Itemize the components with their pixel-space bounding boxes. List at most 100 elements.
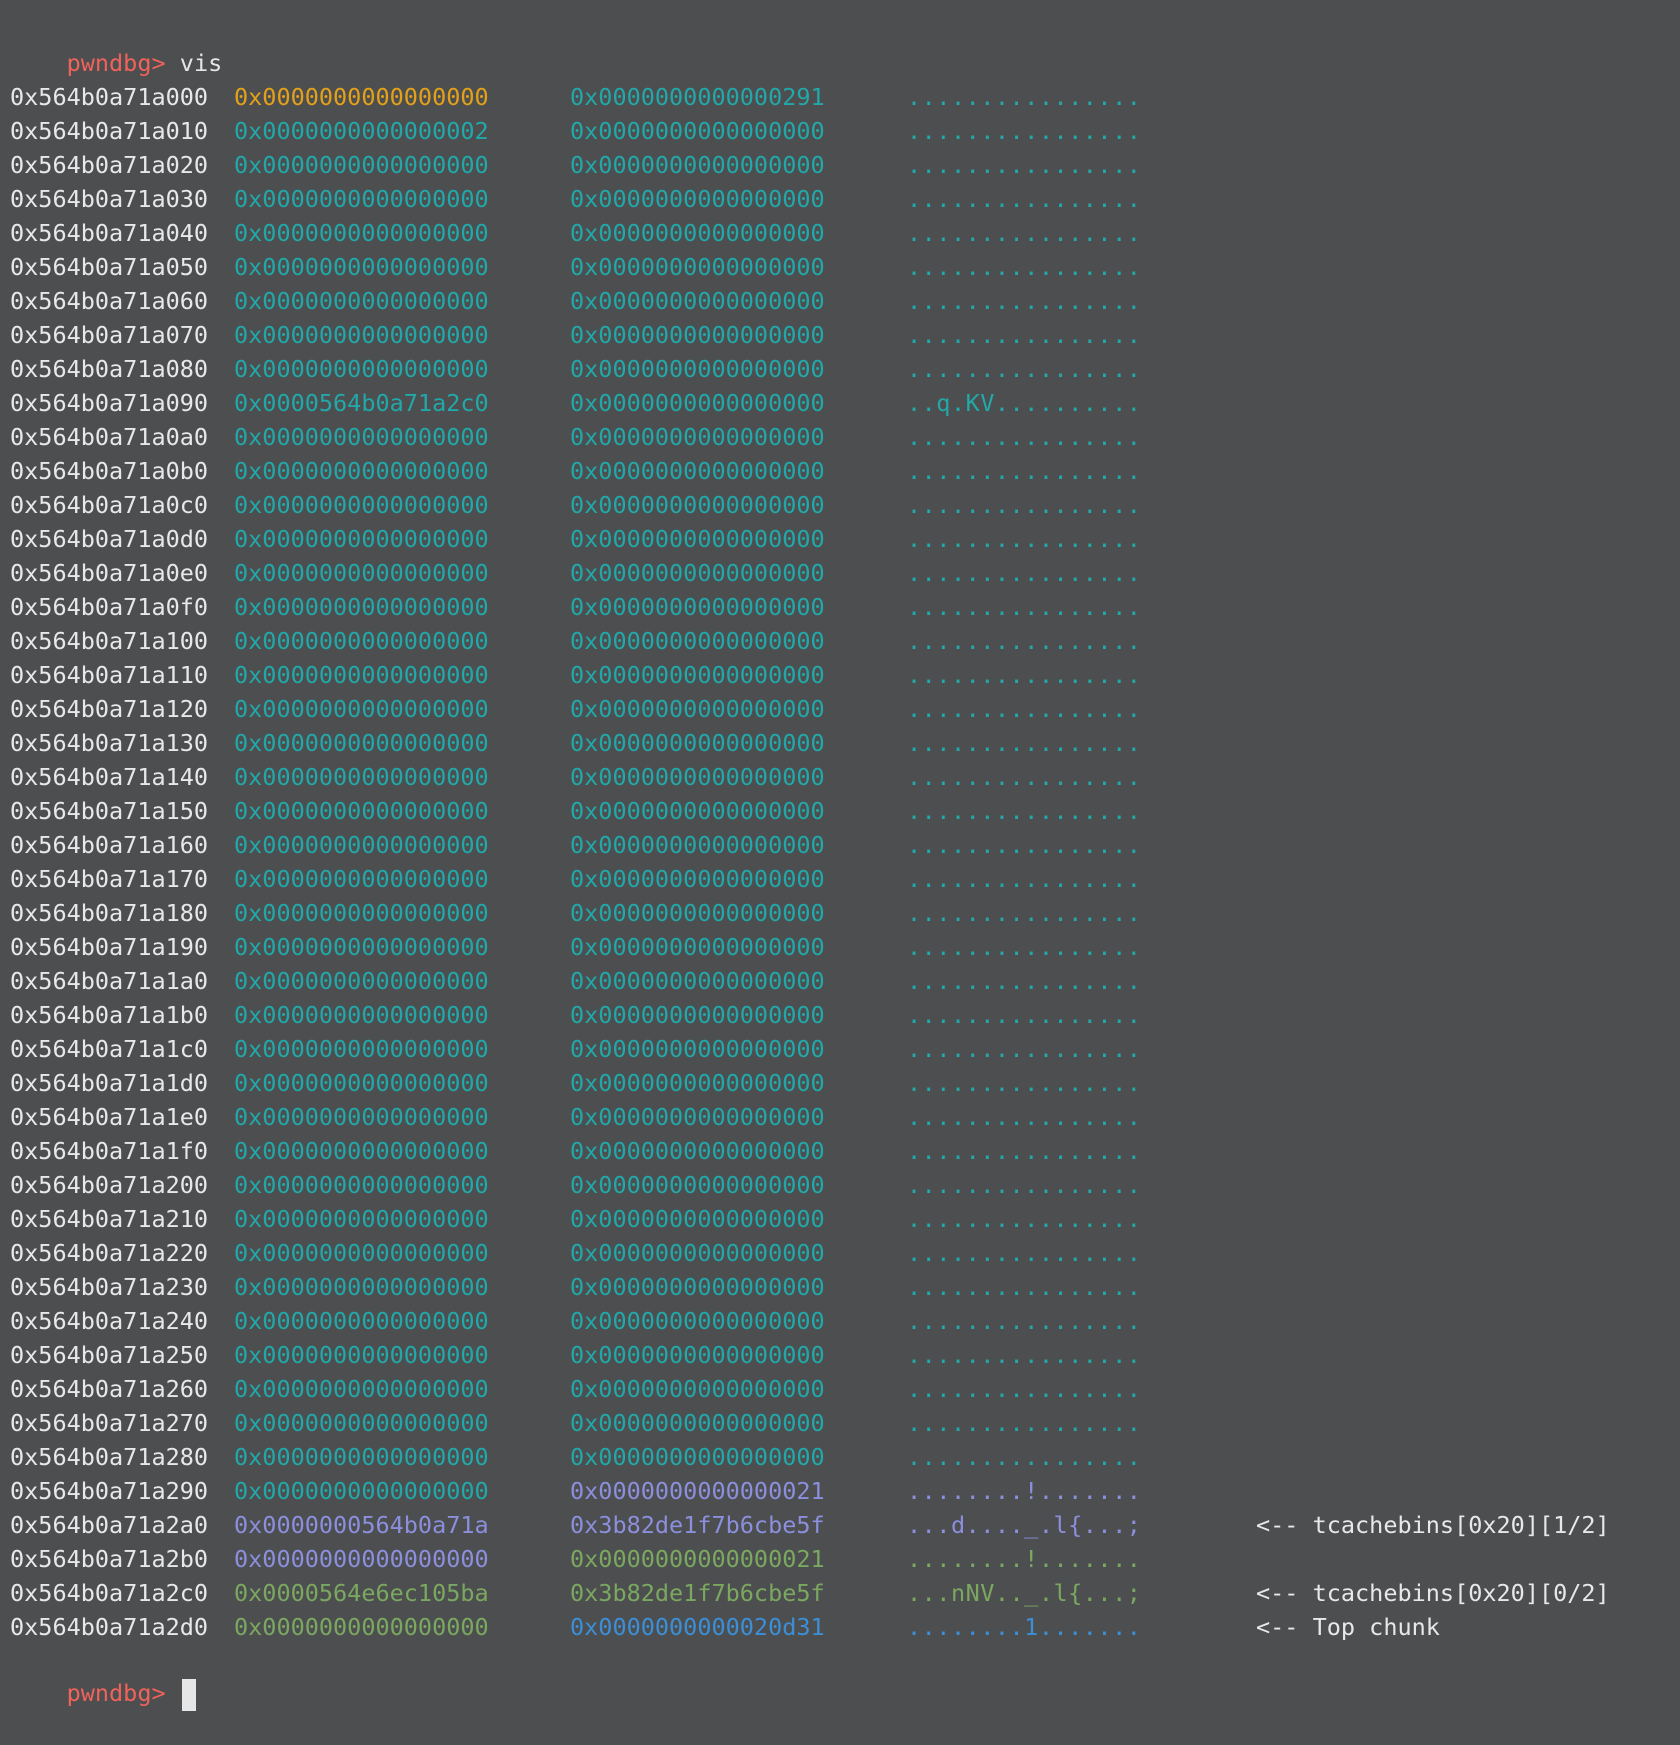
input-line[interactable]: pwndbg> (10, 1642, 196, 1711)
row-address: 0x564b0a71a200 (10, 1171, 209, 1199)
row-qword-2: 0x0000000000000000 (570, 899, 825, 927)
row-ascii: ........!....... (907, 1545, 1142, 1573)
row-address: 0x564b0a71a090 (10, 389, 209, 417)
row-ascii: ................ (907, 253, 1142, 281)
row-qword-1: 0x0000000000000000 (234, 933, 489, 961)
command-text: vis (179, 49, 223, 77)
row-ascii: ................ (907, 865, 1142, 893)
row-ascii: ................ (907, 593, 1142, 621)
row-address: 0x564b0a71a180 (10, 899, 209, 927)
row-qword-1: 0x0000000000000000 (234, 1613, 489, 1641)
row-address: 0x564b0a71a1f0 (10, 1137, 209, 1165)
row-address: 0x564b0a71a1b0 (10, 1001, 209, 1029)
row-qword-1: 0x0000000000000000 (234, 1035, 489, 1063)
row-ascii: ................ (907, 967, 1142, 995)
row-ascii: ................ (907, 321, 1142, 349)
row-address: 0x564b0a71a030 (10, 185, 209, 213)
row-qword-2: 0x0000000000000000 (570, 219, 825, 247)
row-qword-1: 0x0000000000000002 (234, 117, 489, 145)
row-qword-1: 0x0000000000000000 (234, 1103, 489, 1131)
row-ascii: ................ (907, 1001, 1142, 1029)
row-address: 0x564b0a71a290 (10, 1477, 209, 1505)
row-ascii: ................ (907, 1443, 1142, 1471)
row-qword-2: 0x0000000000000000 (570, 729, 825, 757)
row-ascii: ................ (907, 797, 1142, 825)
row-qword-2: 0x0000000000000000 (570, 389, 825, 417)
row-ascii: ................ (907, 1035, 1142, 1063)
row-qword-2: 0x0000000000000000 (570, 423, 825, 451)
row-ascii: ................ (907, 1375, 1142, 1403)
row-address: 0x564b0a71a1c0 (10, 1035, 209, 1063)
row-qword-2: 0x0000000000000000 (570, 1103, 825, 1131)
row-ascii: ................ (907, 1171, 1142, 1199)
row-address: 0x564b0a71a0e0 (10, 559, 209, 587)
row-qword-1: 0x0000000000000000 (234, 1205, 489, 1233)
row-annotation: <-- Top chunk (1256, 1613, 1440, 1641)
row-qword-1: 0x0000000000000000 (234, 1001, 489, 1029)
row-qword-1: 0x0000000000000000 (234, 1375, 489, 1403)
row-address: 0x564b0a71a190 (10, 933, 209, 961)
row-qword-1: 0x0000000000000000 (234, 695, 489, 723)
row-qword-1: 0x0000000000000000 (234, 1409, 489, 1437)
row-qword-1: 0x0000000000000000 (234, 1477, 489, 1505)
row-qword-1: 0x0000000000000000 (234, 1443, 489, 1471)
row-ascii: ................ (907, 525, 1142, 553)
row-address: 0x564b0a71a110 (10, 661, 209, 689)
prompt-label: pwndbg> (66, 49, 166, 77)
row-qword-1: 0x0000000000000000 (234, 627, 489, 655)
row-qword-1: 0x0000000000000000 (234, 423, 489, 451)
row-ascii: ................ (907, 559, 1142, 587)
row-ascii: ...d...._.l{...; (907, 1511, 1142, 1539)
row-ascii: ........!....... (907, 1477, 1142, 1505)
row-address: 0x564b0a71a270 (10, 1409, 209, 1437)
row-ascii: ................ (907, 1205, 1142, 1233)
row-ascii: ................ (907, 1307, 1142, 1335)
row-qword-2: 0x0000000000000000 (570, 967, 825, 995)
row-ascii: ................ (907, 287, 1142, 315)
row-address: 0x564b0a71a2a0 (10, 1511, 209, 1539)
row-qword-1: 0x0000000000000000 (234, 1307, 489, 1335)
row-qword-1: 0x0000000000000000 (234, 797, 489, 825)
row-address: 0x564b0a71a080 (10, 355, 209, 383)
row-address: 0x564b0a71a220 (10, 1239, 209, 1267)
row-qword-1: 0x0000000000000000 (234, 967, 489, 995)
row-qword-1: 0x0000000000000000 (234, 219, 489, 247)
row-qword-1: 0x0000000000000000 (234, 491, 489, 519)
row-qword-1: 0x0000000000000000 (234, 1239, 489, 1267)
row-qword-2: 0x0000000000000000 (570, 321, 825, 349)
row-address: 0x564b0a71a1e0 (10, 1103, 209, 1131)
row-qword-2: 0x0000000000000000 (570, 1375, 825, 1403)
row-qword-1: 0x0000000000000000 (234, 525, 489, 553)
row-qword-2: 0x3b82de1f7b6cbe5f (570, 1579, 825, 1607)
row-address: 0x564b0a71a0b0 (10, 457, 209, 485)
row-qword-2: 0x3b82de1f7b6cbe5f (570, 1511, 825, 1539)
row-ascii: ................ (907, 1137, 1142, 1165)
row-annotation: <-- tcachebins[0x20][1/2] (1256, 1511, 1610, 1539)
row-qword-1: 0x0000000564b0a71a (234, 1511, 489, 1539)
row-ascii: ................ (907, 763, 1142, 791)
row-qword-2: 0x0000000000000021 (570, 1477, 825, 1505)
row-qword-1: 0x0000000000000000 (234, 1273, 489, 1301)
row-address: 0x564b0a71a260 (10, 1375, 209, 1403)
row-address: 0x564b0a71a0f0 (10, 593, 209, 621)
row-qword-1: 0x0000000000000000 (234, 831, 489, 859)
row-qword-1: 0x0000000000000000 (234, 83, 489, 111)
row-address: 0x564b0a71a0a0 (10, 423, 209, 451)
row-qword-2: 0x0000000000000291 (570, 83, 825, 111)
row-qword-1: 0x0000000000000000 (234, 865, 489, 893)
row-ascii: ................ (907, 661, 1142, 689)
row-address: 0x564b0a71a070 (10, 321, 209, 349)
row-qword-1: 0x0000000000000000 (234, 355, 489, 383)
row-address: 0x564b0a71a2d0 (10, 1613, 209, 1641)
row-address: 0x564b0a71a250 (10, 1341, 209, 1369)
row-address: 0x564b0a71a130 (10, 729, 209, 757)
row-address: 0x564b0a71a2b0 (10, 1545, 209, 1573)
row-address: 0x564b0a71a140 (10, 763, 209, 791)
row-ascii: ................ (907, 695, 1142, 723)
terminal-window[interactable]: pwndbg> vis 0x564b0a71a000 0x000000000000… (0, 0, 1680, 1711)
row-ascii: ................ (907, 491, 1142, 519)
row-address: 0x564b0a71a230 (10, 1273, 209, 1301)
row-ascii: ................ (907, 933, 1142, 961)
row-qword-2: 0x0000000000000000 (570, 661, 825, 689)
row-ascii: ................ (907, 1341, 1142, 1369)
